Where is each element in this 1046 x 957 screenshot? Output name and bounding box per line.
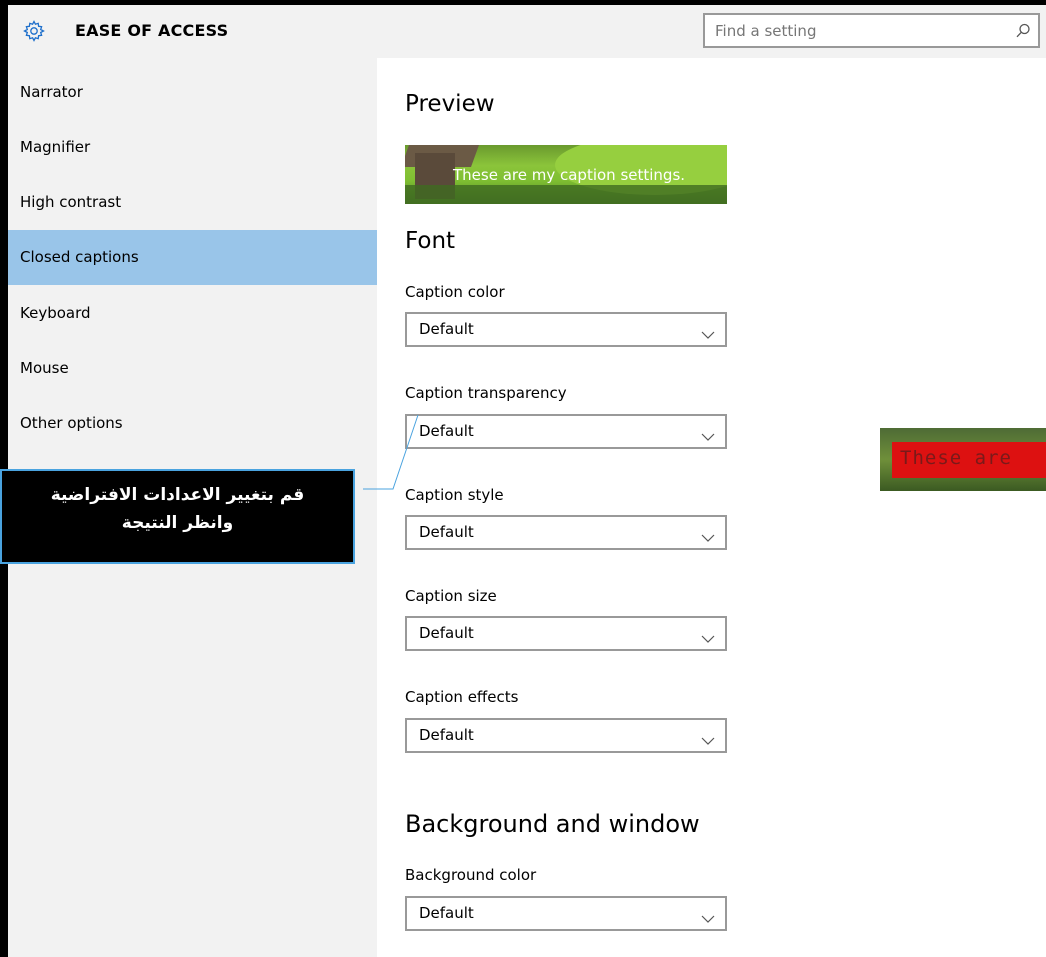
dropdown-value: Default — [419, 624, 474, 642]
background-heading: Background and window — [405, 810, 700, 838]
caption-color-label: Caption color — [405, 283, 505, 301]
sample-caption-text: These are — [900, 447, 1012, 469]
sidebar-item-label: Narrator — [20, 83, 83, 101]
sidebar-item-label: Closed captions — [20, 248, 139, 266]
dropdown-value: Default — [419, 422, 474, 440]
annotation-line-2: وانظر النتيجة — [121, 513, 234, 533]
search-icon[interactable] — [1014, 22, 1032, 40]
sidebar-item-label: Magnifier — [20, 138, 91, 156]
caption-style-dropdown[interactable]: Default — [405, 515, 727, 550]
annotation-line-1: قم بتغيير الاعدادات الافتراضية — [50, 485, 305, 505]
annotation-text: قم بتغيير الاعدادات الافتراضية وانظر الن… — [2, 481, 353, 537]
sample-caption-image: These are — [880, 428, 1046, 491]
preview-grass — [405, 185, 727, 204]
dropdown-value: Default — [419, 523, 474, 541]
caption-transparency-dropdown[interactable]: Default — [405, 414, 727, 449]
caption-preview-image: These are my caption settings. — [405, 145, 727, 204]
dropdown-value: Default — [419, 726, 474, 744]
sidebar-item-other-options[interactable]: Other options — [8, 396, 377, 451]
title-bar: EASE OF ACCESS Find a setting — [8, 5, 1046, 58]
background-color-dropdown[interactable]: Default — [405, 896, 727, 931]
sidebar-item-label: High contrast — [20, 193, 122, 211]
caption-effects-label: Caption effects — [405, 688, 519, 706]
dropdown-value: Default — [419, 320, 474, 338]
background-color-label: Background color — [405, 866, 537, 884]
annotation-callout: قم بتغيير الاعدادات الافتراضية وانظر الن… — [0, 469, 355, 564]
sidebar-item-keyboard[interactable]: Keyboard — [8, 286, 377, 341]
chevron-down-icon — [701, 909, 715, 923]
sidebar-item-label: Keyboard — [20, 304, 91, 322]
chevron-down-icon — [701, 325, 715, 339]
preview-caption-text: These are my caption settings. — [453, 166, 686, 184]
sidebar-item-narrator[interactable]: Narrator — [8, 65, 377, 120]
chevron-down-icon — [701, 629, 715, 643]
gear-icon — [22, 19, 46, 43]
preview-heading: Preview — [405, 91, 495, 117]
caption-size-dropdown[interactable]: Default — [405, 616, 727, 651]
caption-size-label: Caption size — [405, 587, 497, 605]
caption-color-dropdown[interactable]: Default — [405, 312, 727, 347]
sidebar-item-label: Mouse — [20, 359, 69, 377]
font-heading: Font — [405, 228, 456, 254]
sidebar-item-label: Other options — [20, 414, 123, 432]
search-input[interactable]: Find a setting — [703, 13, 1040, 48]
sidebar-item-high-contrast[interactable]: High contrast — [8, 175, 377, 230]
sidebar-item-closed-captions[interactable]: Closed captions — [8, 230, 377, 285]
sidebar-item-magnifier[interactable]: Magnifier — [8, 120, 377, 175]
search-placeholder: Find a setting — [715, 22, 817, 40]
caption-transparency-label: Caption transparency — [405, 384, 567, 402]
sidebar-item-mouse[interactable]: Mouse — [8, 341, 377, 396]
dropdown-value: Default — [419, 904, 474, 922]
chevron-down-icon — [701, 427, 715, 441]
chevron-down-icon — [701, 528, 715, 542]
caption-effects-dropdown[interactable]: Default — [405, 718, 727, 753]
caption-style-label: Caption style — [405, 486, 504, 504]
main-content: Preview These are my caption settings. F… — [377, 58, 1046, 957]
page-title: EASE OF ACCESS — [75, 21, 229, 40]
chevron-down-icon — [701, 731, 715, 745]
